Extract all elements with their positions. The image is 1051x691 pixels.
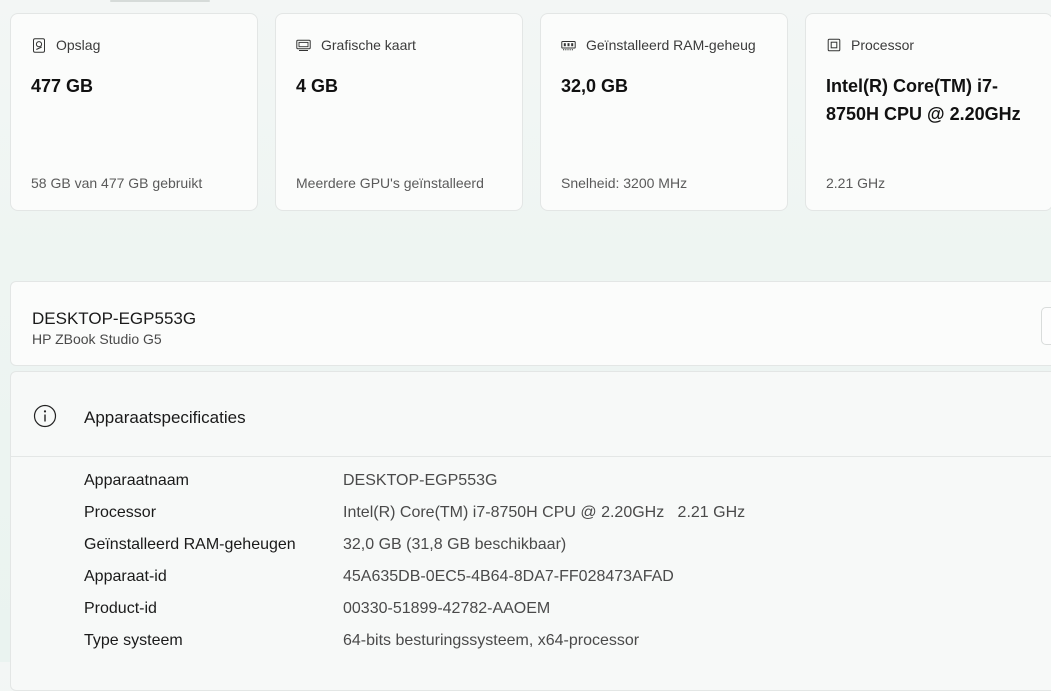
card-value: Intel(R) Core(TM) i7-8750H CPU @ 2.20GHz bbox=[826, 76, 1021, 124]
graphics-card-card[interactable]: Grafische kaart 4 GB Meerdere GPU's geïn… bbox=[275, 13, 523, 211]
rename-device-button[interactable] bbox=[1041, 307, 1051, 345]
storage-card[interactable]: Opslag 477 GB 58 GB van 477 GB gebruikt bbox=[10, 13, 258, 211]
card-title: Geïnstalleerd RAM-geheug bbox=[586, 37, 756, 53]
spec-label: Type systeem bbox=[84, 632, 183, 649]
spec-value: Intel(R) Core(TM) i7-8750H CPU @ 2.20GHz… bbox=[343, 504, 746, 521]
card-header: Opslag bbox=[31, 37, 100, 53]
spec-label: Apparaatnaam bbox=[84, 472, 189, 489]
spec-value: DESKTOP-EGP553G bbox=[343, 472, 498, 489]
card-header: Grafische kaart bbox=[296, 37, 416, 53]
card-value: 32,0 GB bbox=[561, 76, 629, 96]
spec-value: 00330-51899-42782-AAOEM bbox=[343, 600, 551, 617]
card-title: Opslag bbox=[56, 37, 101, 53]
card-subtext: 2.21 GHz bbox=[826, 175, 886, 191]
card-subtext: Snelheid: 3200 MHz bbox=[561, 175, 688, 191]
card-title: Grafische kaart bbox=[321, 37, 416, 53]
spec-value: 64-bits besturingssysteem, x64-processor bbox=[343, 632, 640, 649]
device-model: HP ZBook Studio G5 bbox=[32, 331, 162, 347]
processor-card[interactable]: Processor Intel(R) Core(TM) i7-8750H CPU… bbox=[805, 13, 1051, 211]
ram-card[interactable]: Geïnstalleerd RAM-geheug 32,0 GB Snelhei… bbox=[540, 13, 788, 211]
card-header: Geïnstalleerd RAM-geheug bbox=[561, 37, 756, 53]
specs-title: Apparaatspecificaties bbox=[84, 408, 246, 427]
ram-module-icon bbox=[561, 38, 576, 53]
spec-label: Geïnstalleerd RAM-geheugen bbox=[84, 536, 296, 553]
card-subtext: 58 GB van 477 GB gebruikt bbox=[31, 175, 203, 191]
card-subtext: Meerdere GPU's geïnstalleerd bbox=[296, 175, 484, 191]
card-value: 477 GB bbox=[31, 76, 94, 96]
graphics-card-icon bbox=[296, 38, 311, 53]
storage-drive-icon bbox=[31, 37, 46, 53]
info-icon bbox=[33, 404, 57, 428]
card-title: Processor bbox=[851, 37, 915, 53]
spec-value: 45A635DB-0EC5-4B64-8DA7-FF028473AFAD bbox=[343, 568, 674, 585]
device-specifications-panel: Apparaatspecificaties Apparaatnaam DESKT… bbox=[10, 371, 1051, 691]
processor-chip-icon bbox=[826, 38, 841, 53]
specs-header[interactable]: Apparaatspecificaties bbox=[11, 372, 1051, 457]
spec-label: Apparaat-id bbox=[84, 568, 167, 585]
card-header: Processor bbox=[826, 37, 914, 53]
spec-label: Processor bbox=[84, 504, 157, 521]
device-name-panel: DESKTOP-EGP553G HP ZBook Studio G5 bbox=[10, 281, 1051, 366]
spec-label: Product-id bbox=[84, 600, 157, 617]
top-scroll-indicator bbox=[110, 0, 210, 2]
device-name: DESKTOP-EGP553G bbox=[32, 309, 197, 328]
spec-value: 32,0 GB (31,8 GB beschikbaar) bbox=[343, 536, 567, 553]
card-value: 4 GB bbox=[296, 76, 339, 96]
